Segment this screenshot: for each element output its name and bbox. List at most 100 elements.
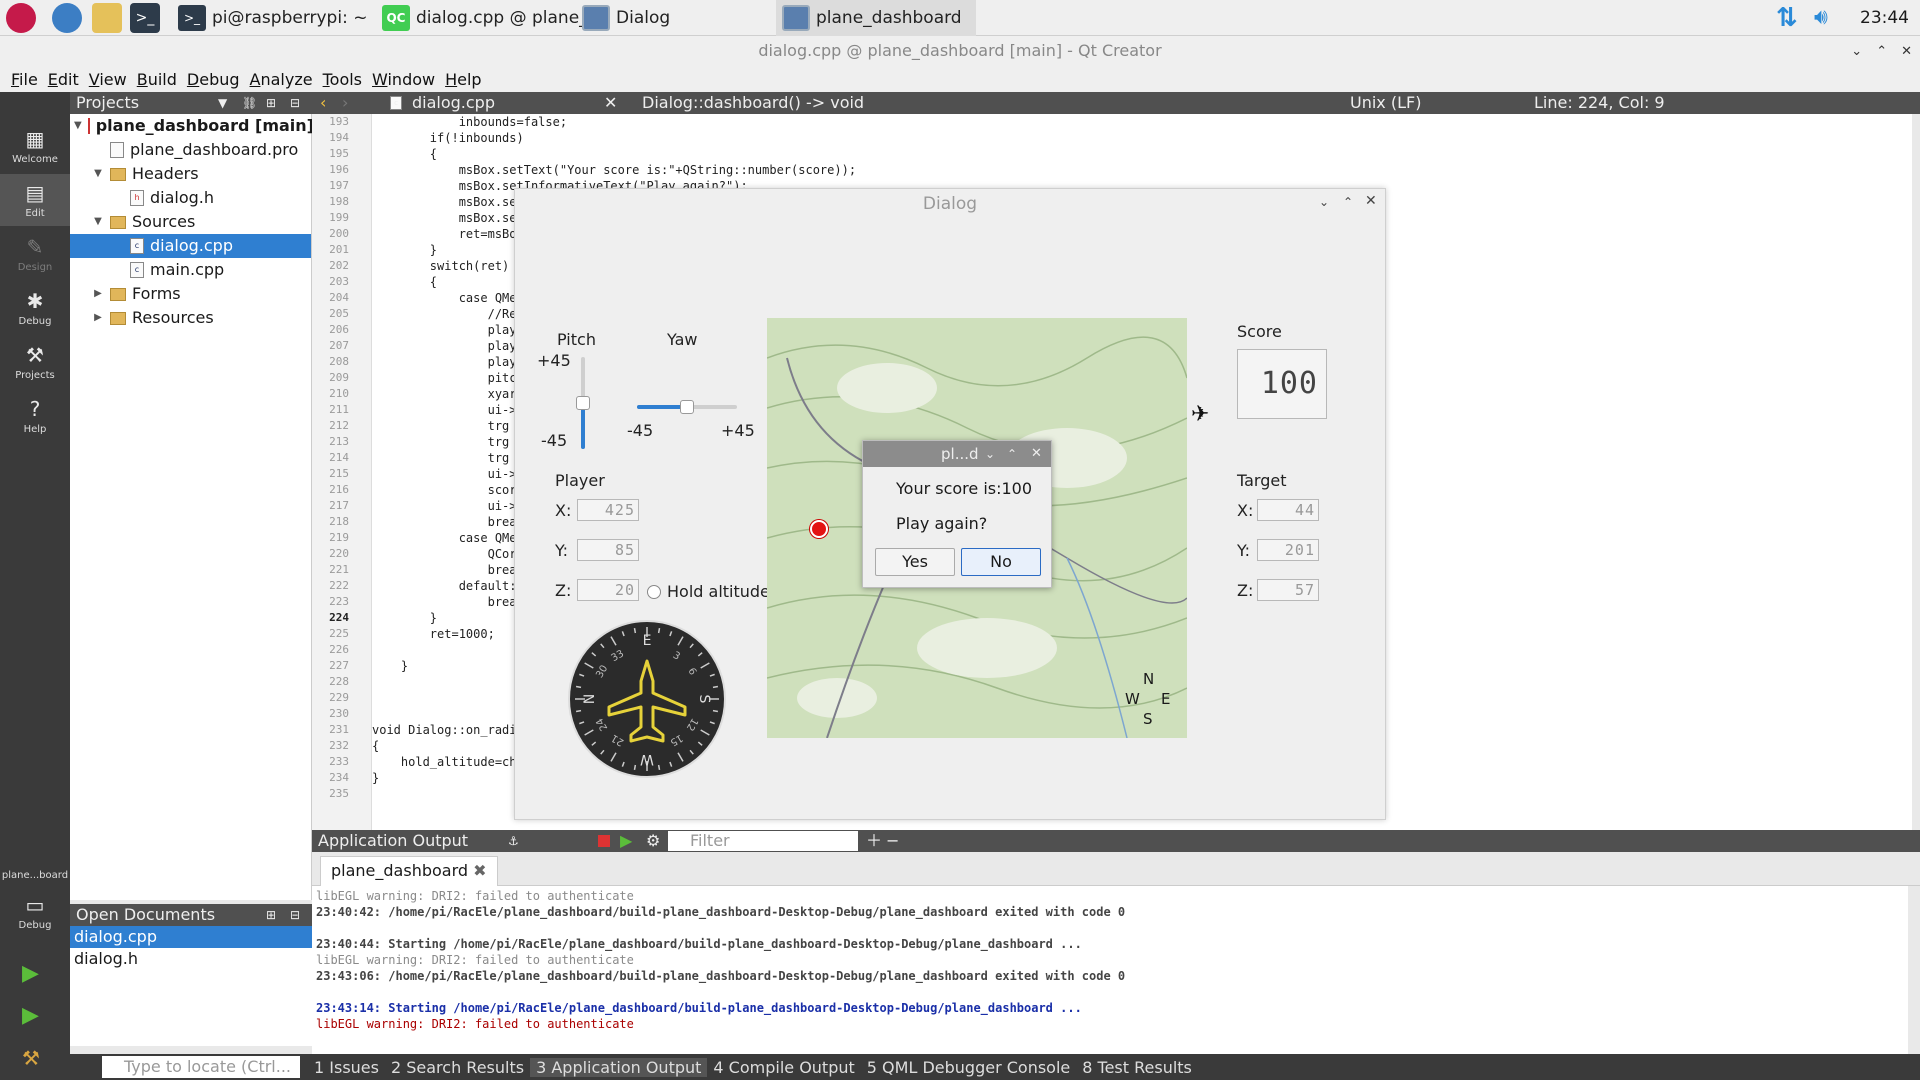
filter-icon[interactable]: ▼ (218, 92, 227, 114)
output-pane-tab[interactable]: 5 QML Debugger Console (861, 1058, 1076, 1077)
menu-window[interactable]: Window (367, 70, 440, 89)
projects-title[interactable]: Projects (76, 93, 139, 112)
cursor-position[interactable]: Line: 224, Col: 9 (1534, 92, 1665, 114)
close-pane-icon[interactable]: ⊟ (290, 904, 300, 926)
network-icon[interactable]: ⇅ (1776, 4, 1800, 32)
tree-item-dialog-cpp[interactable]: c dialog.cpp (70, 234, 311, 258)
menu-build[interactable]: Build (132, 70, 182, 89)
output-pane-tab[interactable]: 8 Test Results (1076, 1058, 1198, 1077)
attach-icon[interactable]: ⚓ (508, 830, 519, 852)
tree-item-sources[interactable]: ▼ Sources (70, 210, 311, 234)
menu-debug[interactable]: Debug (182, 70, 245, 89)
tree-item-main-cpp[interactable]: c main.cpp (70, 258, 311, 282)
split-icon[interactable]: ⊞ (266, 92, 276, 114)
minimize-button[interactable]: ⌄ (1851, 44, 1862, 59)
zoom-in-icon[interactable]: ＋ (866, 830, 882, 852)
expanded-arrow-icon[interactable]: ▼ (92, 210, 104, 234)
yaw-min-label: -45 (627, 421, 654, 440)
message-box-title: pl...d (941, 445, 979, 463)
output-pane-tab[interactable]: 1 Issues (308, 1058, 385, 1077)
kit-selector[interactable]: ▭ Debug (0, 886, 70, 938)
zoom-out-icon[interactable]: − (886, 830, 899, 852)
taskbar-app-dialog[interactable]: Dialog (576, 0, 676, 36)
browser-icon[interactable] (52, 3, 82, 33)
output-tab[interactable]: plane_dashboard ✖ (320, 856, 498, 886)
volume-icon[interactable]: 🔊︎ (1814, 4, 1842, 32)
dialog-minimize-button[interactable]: ⌄ (1319, 195, 1329, 209)
rerun-icon[interactable]: ▶ (620, 830, 632, 852)
menu-file[interactable]: File (6, 70, 43, 89)
maximize-button[interactable]: ⌃ (1876, 44, 1887, 59)
debug-run-icon[interactable]: ▶ (22, 1004, 46, 1028)
taskbar-app-plane-dashboard[interactable]: plane_dashboard (776, 0, 976, 36)
message-box-minimize-button[interactable]: ⌄ (985, 441, 995, 467)
open-documents-title[interactable]: Open Documents (76, 905, 215, 924)
yaw-slider[interactable] (637, 399, 737, 415)
menu-analyze[interactable]: Analyze (245, 70, 318, 89)
tree-item-dialog-h[interactable]: h dialog.h (70, 186, 311, 210)
editor-file-name[interactable]: dialog.cpp (412, 92, 495, 114)
collapsed-arrow-icon[interactable]: ▶ (92, 282, 104, 306)
close-tab-icon[interactable]: ✖ (473, 861, 486, 880)
raspberry-menu-icon[interactable] (6, 3, 36, 33)
tree-item-pro-file[interactable]: plane_dashboard.pro (70, 138, 311, 162)
tree-item-forms[interactable]: ▶ Forms (70, 282, 311, 306)
dialog-close-button[interactable]: ✕ (1365, 193, 1377, 209)
run-icon[interactable]: ▶ (22, 962, 46, 986)
open-document-item[interactable]: dialog.cpp (70, 926, 312, 948)
output-pane-tab[interactable]: 2 Search Results (385, 1058, 530, 1077)
terminal-icon[interactable]: >_ (130, 3, 160, 33)
pitch-slider[interactable] (575, 357, 591, 449)
symbol-selector[interactable]: Dialog::dashboard() -> void (642, 92, 864, 114)
message-box-maximize-button[interactable]: ⌃ (1007, 441, 1017, 467)
menu-tools[interactable]: Tools (318, 70, 367, 89)
message-box-close-button[interactable]: ✕ (1031, 441, 1042, 467)
hold-altitude-radio[interactable] (647, 585, 661, 599)
slider-handle[interactable] (576, 396, 590, 410)
close-pane-icon[interactable]: ⊟ (290, 92, 300, 114)
settings-icon[interactable]: ⚙ (646, 830, 660, 852)
tree-item-project[interactable]: ▼ plane_dashboard [main] (70, 114, 314, 138)
clock[interactable]: 23:44 (1860, 0, 1909, 36)
output-pane-tab[interactable]: 4 Compile Output (707, 1058, 860, 1077)
mode-help[interactable]: ? Help (0, 390, 70, 442)
dialog-maximize-button[interactable]: ⌃ (1343, 195, 1353, 209)
output-console[interactable]: libEGL warning: DRI2: failed to authenti… (312, 886, 1908, 1054)
output-pane-tab[interactable]: 3 Application Output (530, 1057, 708, 1077)
mode-label: Projects (15, 370, 55, 381)
expanded-arrow-icon[interactable]: ▼ (92, 162, 104, 186)
mode-projects[interactable]: ⚒ Projects (0, 336, 70, 388)
mode-design[interactable]: ✎ Design (0, 228, 70, 280)
slider-handle[interactable] (680, 400, 694, 414)
link-icon[interactable]: ⛓ (242, 92, 257, 114)
open-document-item[interactable]: dialog.h (70, 948, 312, 970)
yes-button[interactable]: Yes (875, 548, 955, 576)
close-document-icon[interactable]: ✕ (604, 92, 617, 114)
no-button[interactable]: No (961, 548, 1041, 576)
mode-edit[interactable]: ▤ Edit (0, 174, 70, 226)
split-icon[interactable]: ⊞ (266, 904, 276, 926)
stop-icon[interactable] (598, 835, 610, 847)
mode-debug[interactable]: ✱ Debug (0, 282, 70, 334)
line-ending-selector[interactable]: Unix (LF) (1350, 92, 1421, 114)
menu-edit[interactable]: Edit (43, 70, 84, 89)
close-button[interactable]: ✕ (1901, 44, 1912, 59)
expanded-arrow-icon[interactable]: ▼ (74, 114, 82, 138)
menu-help[interactable]: Help (440, 70, 486, 89)
build-hammer-icon[interactable]: ⚒ (22, 1046, 46, 1070)
locator-input[interactable]: Type to locate (Ctrl... (102, 1056, 300, 1078)
tree-item-headers[interactable]: ▼ Headers (70, 162, 311, 186)
collapsed-arrow-icon[interactable]: ▶ (92, 306, 104, 330)
tree-item-resources[interactable]: ▶ Resources (70, 306, 311, 330)
output-filter-input[interactable]: Filter (668, 831, 858, 851)
compass-tick (575, 685, 582, 689)
menu-view[interactable]: View (84, 70, 132, 89)
file-icon (110, 142, 124, 158)
file-manager-icon[interactable] (92, 3, 122, 33)
back-arrow-icon[interactable]: ‹ (320, 92, 326, 114)
taskbar-app-terminal[interactable]: >_ pi@raspberrypi: ~ (172, 0, 373, 36)
mode-welcome[interactable]: ▦ Welcome (0, 120, 70, 172)
hold-altitude-label[interactable]: Hold altitude (667, 582, 770, 601)
taskbar-app-qtcreator[interactable]: QC dialog.cpp @ plane_... (376, 0, 610, 36)
forward-arrow-icon[interactable]: › (342, 92, 348, 114)
